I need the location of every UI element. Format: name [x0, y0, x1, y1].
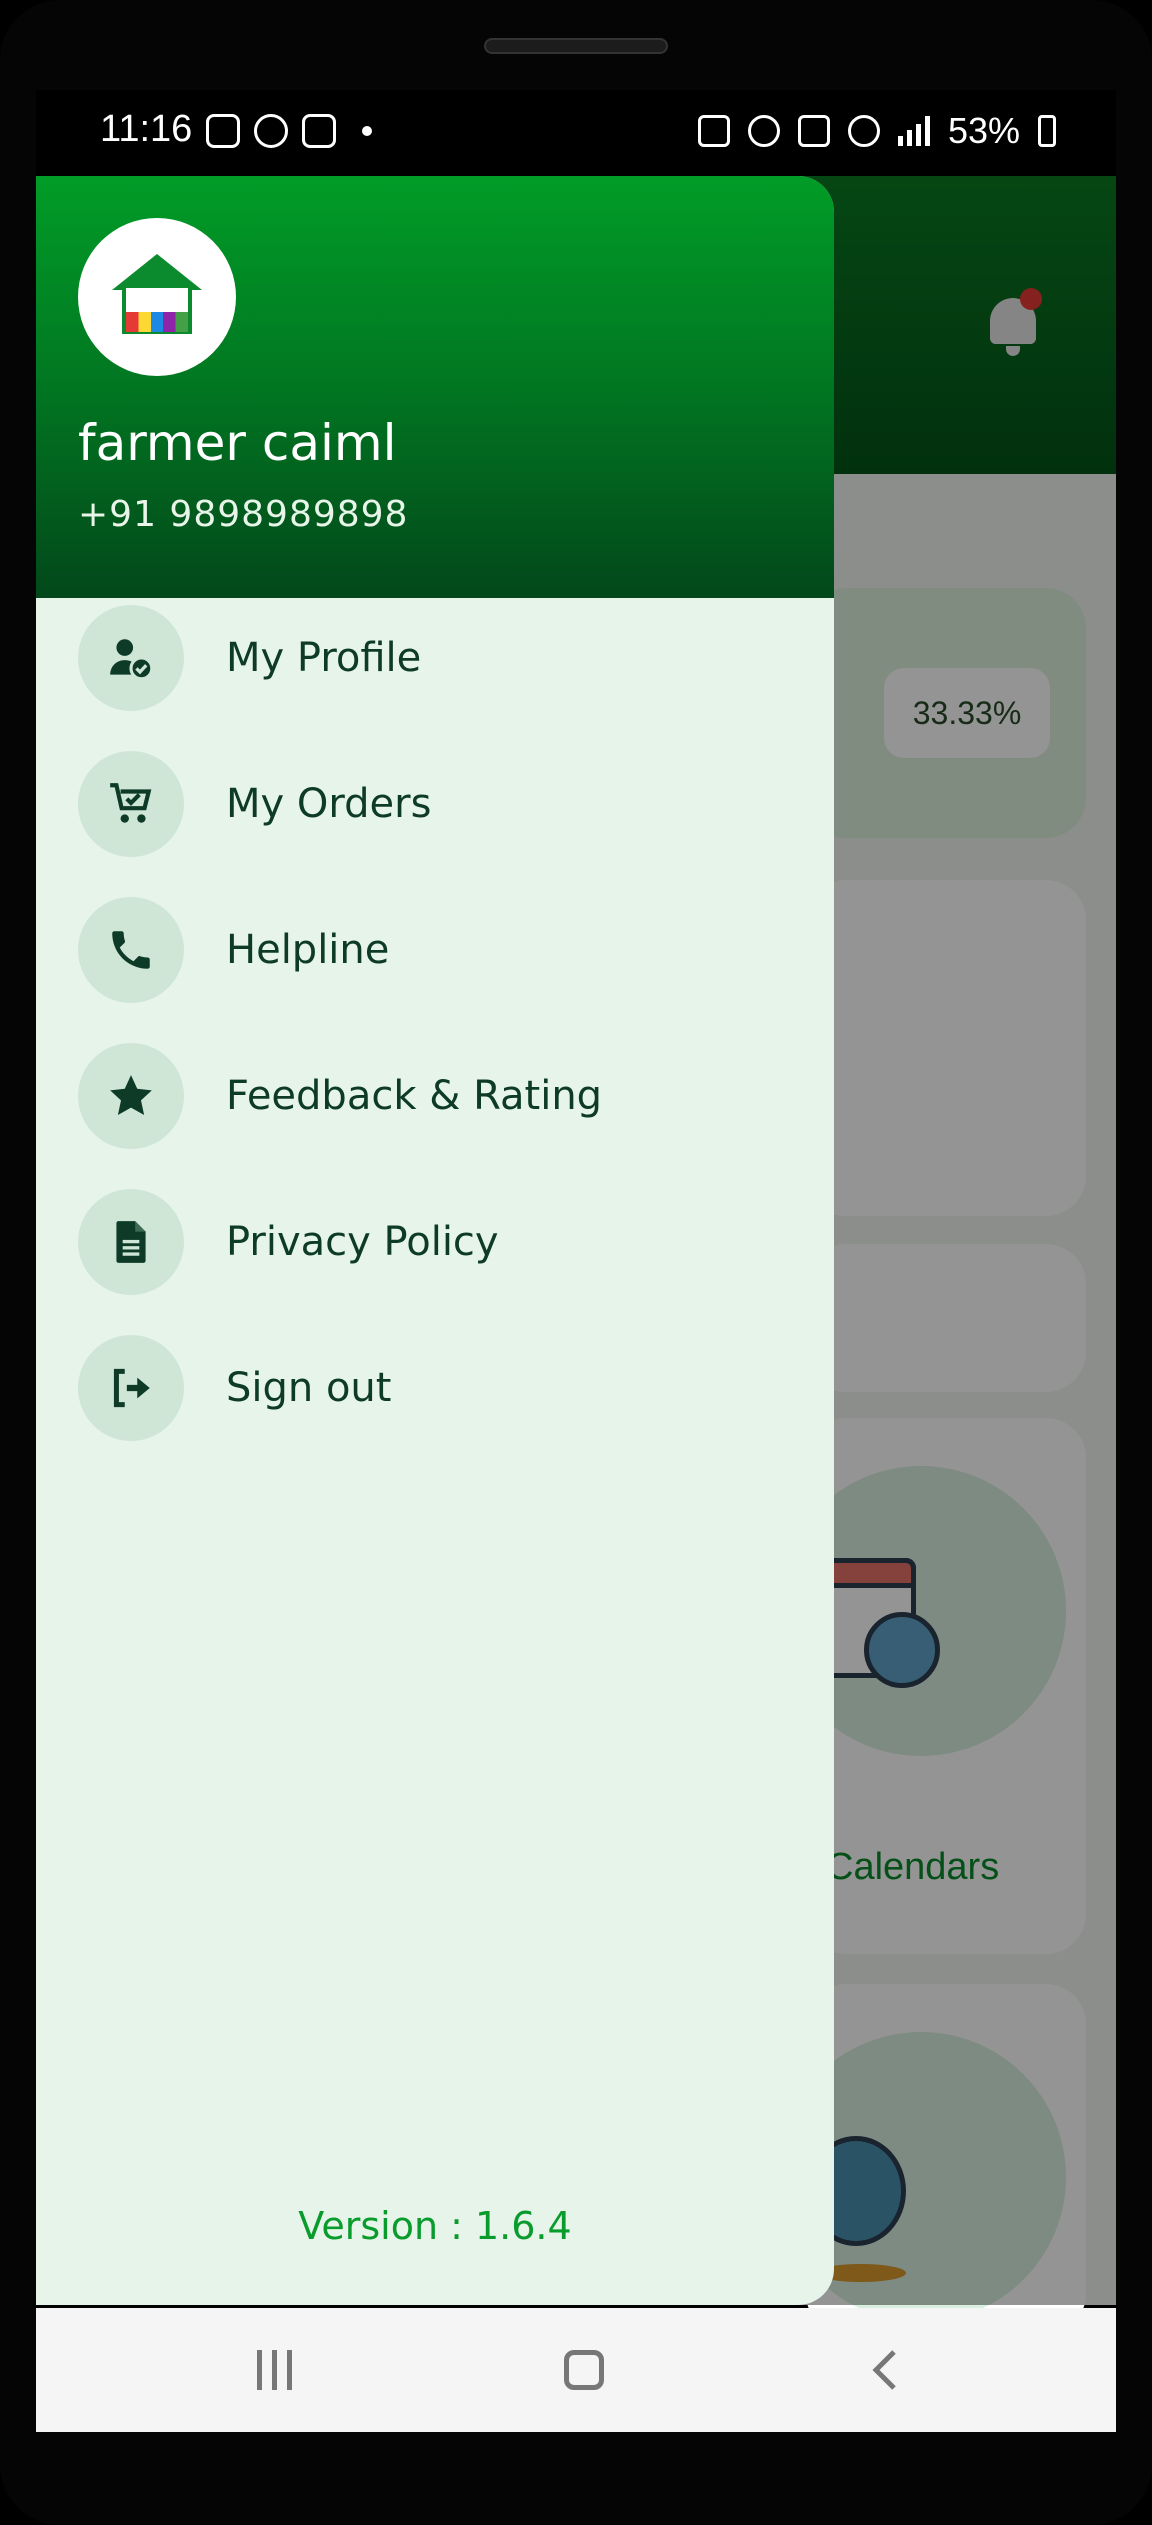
whatsapp-icon [254, 114, 288, 148]
app-version: Version : 1.6.4 [298, 2204, 572, 2248]
menu-label: Sign out [226, 1365, 392, 1411]
user-check-icon [78, 605, 184, 711]
speaker-grille [484, 38, 668, 54]
instagram-icon [302, 114, 336, 148]
menu-item-feedback-rating[interactable]: Feedback & Rating [36, 1036, 834, 1156]
wifi-icon [847, 115, 880, 147]
battery-percent: 53% [947, 110, 1020, 151]
document-icon [78, 1189, 184, 1295]
more-notifications-dot-icon [362, 126, 372, 136]
drawer-header: farmer caiml +91 9898989898 [36, 176, 834, 598]
menu-label: My Orders [226, 781, 432, 827]
menu-label: Privacy Policy [226, 1219, 499, 1265]
notification-icons [206, 114, 372, 148]
menu-label: Feedback & Rating [226, 1073, 603, 1119]
app-logo-icon [112, 254, 202, 338]
mute-icon [797, 115, 830, 147]
avatar [78, 218, 236, 376]
home-button[interactable] [554, 2340, 614, 2400]
menu-item-my-orders[interactable]: My Orders [36, 744, 834, 864]
status-bar: 11:16 53% [36, 90, 1116, 176]
user-phone: +91 9898989898 [78, 494, 409, 535]
menu-label: My Profile [226, 635, 422, 681]
phone-icon [78, 897, 184, 1003]
screen: 11:16 53% 33.33% Calendars farmer caiml … [36, 90, 1116, 2432]
back-button[interactable] [856, 2340, 916, 2400]
system-icons: 53% [697, 110, 1056, 152]
cart-check-icon [78, 751, 184, 857]
battery-saver-icon [697, 115, 730, 147]
phone-frame: 11:16 53% 33.33% Calendars farmer caiml … [0, 0, 1152, 2525]
menu-label: Helpline [226, 927, 390, 973]
system-navigation-bar [36, 2308, 1116, 2432]
user-name: farmer caiml [78, 414, 397, 472]
recents-button[interactable] [244, 2340, 304, 2400]
battery-icon [1038, 115, 1056, 147]
menu-item-privacy-policy[interactable]: Privacy Policy [36, 1182, 834, 1302]
back-chevron-icon [872, 2350, 896, 2390]
signal-icon [897, 116, 930, 146]
star-icon [78, 1043, 184, 1149]
status-time: 11:16 [100, 108, 193, 150]
sign-out-icon [78, 1335, 184, 1441]
navigation-drawer: farmer caiml +91 9898989898 My Profile M… [36, 176, 834, 2305]
menu-item-my-profile[interactable]: My Profile [36, 598, 834, 718]
menu-item-sign-out[interactable]: Sign out [36, 1328, 834, 1448]
menu-item-helpline[interactable]: Helpline [36, 890, 834, 1010]
alarm-icon [747, 115, 780, 147]
app-notification-icon [206, 114, 240, 148]
